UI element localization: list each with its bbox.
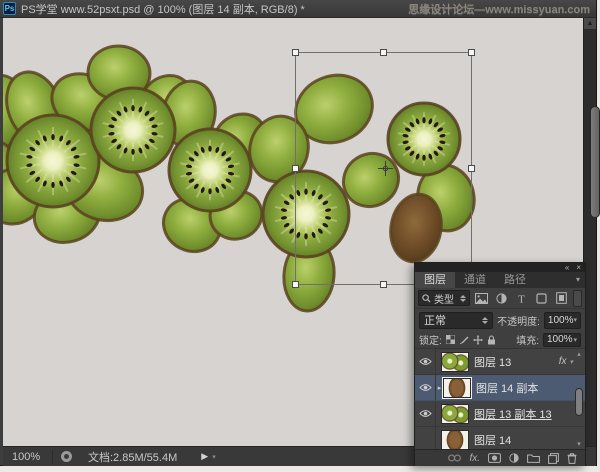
status-divider	[52, 449, 53, 464]
new-adjustment-layer-icon[interactable]	[509, 453, 519, 463]
collapse-panel-icon[interactable]: «	[565, 263, 569, 272]
delete-layer-trash-icon[interactable]	[567, 452, 577, 464]
panel-group-header: « ×	[415, 263, 585, 272]
opacity-field[interactable]: 100% ▾	[543, 311, 581, 329]
title-bar[interactable]: Ps PS学堂 www.52psxt.psd @ 100% (图层 14 副本,…	[0, 0, 596, 18]
lock-transparent-pixels-icon[interactable]	[445, 335, 455, 344]
vertical-scrollbar-thumb[interactable]	[590, 106, 600, 218]
chevron-down-icon[interactable]: ▾	[573, 316, 577, 324]
scroll-up-arrow-icon[interactable]: ▴	[574, 350, 584, 358]
filter-type-layers-icon[interactable]: T	[513, 290, 530, 306]
blend-mode-spinner-icon	[482, 316, 489, 324]
visibility-eye-icon[interactable]	[415, 375, 436, 400]
fill-label: 填充:	[516, 336, 539, 347]
scroll-up-arrow-icon[interactable]: ▲	[584, 18, 596, 29]
layers-panel: « × 图层 通道 路径 ▾ 类型 T 正常 不透明度: 100% ▾ 锁定: …	[414, 262, 586, 466]
transform-handle-top-right[interactable]	[468, 49, 475, 56]
photoshop-document-window: Ps PS学堂 www.52psxt.psd @ 100% (图层 14 副本,…	[0, 0, 600, 466]
layer-name[interactable]: 图层 13	[474, 354, 511, 370]
layer-row-13[interactable]: 图层 13 fx ▾	[415, 349, 585, 375]
link-layers-icon[interactable]	[448, 454, 462, 462]
photoshop-app-icon: Ps	[3, 2, 16, 15]
panel-menu-icon[interactable]: ▾	[576, 272, 585, 288]
layer-thumbnail[interactable]	[442, 376, 472, 399]
transform-handle-bottom-center[interactable]	[380, 281, 387, 288]
layer-list-scroll-thumb[interactable]	[575, 388, 583, 416]
tab-layers[interactable]: 图层	[415, 272, 455, 288]
lock-position-icon[interactable]	[472, 334, 483, 345]
transform-handle-middle-right[interactable]	[468, 165, 475, 172]
close-panel-icon[interactable]: ×	[576, 263, 581, 272]
visibility-eye-empty[interactable]	[415, 427, 436, 449]
new-group-folder-icon[interactable]	[527, 453, 540, 463]
filter-kind-spinner-icon	[460, 294, 466, 302]
transform-handle-top-center[interactable]	[380, 49, 387, 56]
visibility-eye-icon[interactable]	[415, 401, 436, 426]
opacity-value: 100%	[547, 314, 574, 326]
layers-panel-bottom-bar: fx.	[415, 449, 585, 466]
layer-filter-row: 类型 T	[415, 288, 585, 309]
panel-tabs: 图层 通道 路径 ▾	[415, 272, 585, 288]
transform-handle-top-left[interactable]	[292, 49, 299, 56]
fx-icon: fx	[558, 356, 567, 367]
layer-row-14[interactable]: 图层 14	[415, 427, 585, 449]
transform-handle-middle-left[interactable]	[292, 165, 299, 172]
search-icon	[422, 293, 431, 303]
layer-list: 图层 13 fx ▾ ▸ 图层 14 副本 图层 13 副本 13 图层 14 …	[415, 349, 585, 449]
lock-label: 锁定:	[419, 336, 442, 347]
status-menu-arrow-icon[interactable]: ▶	[201, 451, 208, 462]
fill-field[interactable]: 100% ▾	[543, 332, 581, 347]
layer-style-fx-icon[interactable]: fx.	[469, 453, 480, 464]
filter-pixel-layers-icon[interactable]	[473, 290, 490, 306]
layer-name[interactable]: 图层 14	[474, 432, 511, 448]
visibility-eye-icon[interactable]	[415, 349, 436, 374]
layer-thumbnail[interactable]	[441, 351, 469, 372]
status-caret-icon[interactable]: ▾	[212, 453, 216, 461]
new-layer-icon[interactable]	[548, 452, 559, 464]
zoom-level-field[interactable]: 100%	[12, 451, 52, 463]
layer-name[interactable]: 图层 14 副本	[476, 380, 538, 396]
filter-smart-objects-icon[interactable]	[553, 290, 570, 306]
filter-kind-select[interactable]: 类型	[418, 290, 470, 306]
blend-mode-value: 正常	[424, 315, 446, 327]
layer-name[interactable]: 图层 13 副本 13	[474, 406, 552, 422]
filter-shape-layers-icon[interactable]	[533, 290, 550, 306]
watermark-text: 思缘设计论坛—www.missyuan.com	[408, 3, 590, 16]
chevron-down-icon[interactable]: ▾	[569, 358, 573, 366]
tab-paths[interactable]: 路径	[495, 272, 535, 288]
opacity-label: 不透明度:	[497, 316, 540, 328]
layer-fx-badge[interactable]: fx ▾	[559, 356, 573, 367]
fill-value: 100%	[547, 334, 573, 345]
scroll-down-arrow-icon[interactable]: ▾	[574, 440, 584, 448]
layer-list-scrollbar[interactable]: ▴ ▾	[574, 350, 584, 448]
filter-kind-label: 类型	[434, 294, 454, 306]
add-layer-mask-icon[interactable]	[488, 453, 501, 463]
clip-indicator-icon: ▸	[437, 384, 442, 392]
blend-mode-row: 正常 不透明度: 100% ▾	[415, 309, 585, 331]
lock-image-pixels-icon[interactable]	[459, 335, 469, 345]
blend-mode-select[interactable]: 正常	[419, 311, 494, 329]
document-title: PS学堂 www.52psxt.psd @ 100% (图层 14 副本, RG…	[21, 3, 305, 16]
filter-adjustment-layers-icon[interactable]	[493, 290, 510, 306]
lock-row: 锁定: 填充: 100% ▾	[415, 331, 585, 349]
status-sync-icon	[61, 451, 72, 462]
transform-handle-bottom-left[interactable]	[292, 281, 299, 288]
transform-reference-point-icon[interactable]	[378, 161, 393, 176]
layer-thumbnail[interactable]	[441, 429, 469, 449]
tab-channels[interactable]: 通道	[455, 272, 495, 288]
filter-toggle-switch[interactable]	[573, 289, 582, 307]
layer-row-13-copy-13[interactable]: 图层 13 副本 13	[415, 401, 585, 427]
document-size-info[interactable]: 文档:2.85M/55.4M	[88, 449, 177, 465]
lock-all-icon[interactable]	[487, 334, 496, 345]
layer-row-14-copy[interactable]: ▸ 图层 14 副本	[415, 375, 585, 401]
layer-thumbnail[interactable]	[441, 403, 469, 424]
chevron-down-icon[interactable]: ▾	[573, 336, 577, 344]
svg-text:T: T	[518, 293, 525, 304]
